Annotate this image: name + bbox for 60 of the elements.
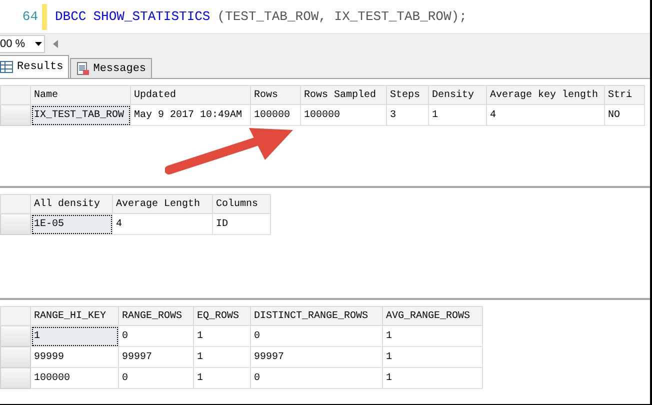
column-header[interactable]: Updated [130, 86, 250, 104]
table-cell[interactable]: 100000 [30, 368, 118, 388]
column-header[interactable]: Columns [212, 194, 270, 214]
column-header[interactable]: Average Length [112, 194, 212, 214]
column-header[interactable]: DISTINCT_RANGE_ROWS [250, 306, 382, 326]
column-header[interactable]: Name [30, 86, 130, 104]
table-cell[interactable]: 99999 [30, 346, 118, 368]
column-header[interactable]: Rows Sampled [300, 86, 386, 104]
scroll-left-icon[interactable] [53, 40, 58, 48]
column-header[interactable]: Density [428, 86, 486, 104]
table-cell[interactable]: NO [604, 104, 644, 126]
row-header[interactable] [0, 104, 30, 126]
table-cell[interactable]: 0 [118, 368, 194, 388]
table-cell[interactable]: 1 [194, 326, 250, 346]
table-cell[interactable]: ID [212, 214, 270, 234]
corner-cell[interactable] [0, 86, 30, 104]
table-cell[interactable]: 1 [194, 368, 250, 388]
table-cell[interactable]: IX_TEST_TAB_ROW [30, 104, 130, 126]
line-number: 64 [21, 9, 39, 24]
table-cell[interactable]: May 9 2017 10:49AM [130, 104, 250, 126]
column-header[interactable]: Rows [250, 86, 300, 104]
column-header[interactable]: Steps [386, 86, 428, 104]
tab[interactable]: Messages [70, 58, 152, 78]
document-icon [76, 62, 90, 75]
grid-icon [0, 61, 13, 73]
table-cell[interactable]: 0 [250, 326, 382, 346]
table-cell[interactable]: 100000 [250, 104, 300, 126]
table-cell[interactable]: 4 [112, 214, 212, 234]
corner-cell[interactable] [0, 306, 30, 326]
table-cell[interactable]: 99997 [250, 346, 382, 368]
table-cell[interactable]: 1E-05 [30, 214, 112, 234]
table-cell[interactable]: 1 [382, 346, 482, 368]
column-header[interactable]: Stri [604, 86, 644, 104]
table-cell[interactable]: 1 [382, 326, 482, 346]
row-header[interactable] [0, 214, 30, 234]
row-header[interactable] [0, 368, 30, 388]
column-header[interactable]: AVG_RANGE_ROWS [382, 306, 482, 326]
row-header[interactable] [0, 326, 30, 346]
table-cell[interactable]: 1 [428, 104, 486, 126]
zoom-dropdown[interactable]: 00 % [0, 35, 45, 53]
row-header[interactable] [0, 346, 30, 368]
change-marker [42, 4, 47, 30]
column-header[interactable]: RANGE_HI_KEY [30, 306, 118, 326]
column-header[interactable]: Average key length [486, 86, 604, 104]
table-cell[interactable]: 0 [118, 326, 194, 346]
table-cell[interactable]: 100000 [300, 104, 386, 126]
table-cell[interactable]: 1 [30, 326, 118, 346]
table-cell[interactable]: 1 [382, 368, 482, 388]
table-cell[interactable]: 4 [486, 104, 604, 126]
code-line[interactable]: DBCC SHOW_STATISTICS (TEST_TAB_ROW, IX_TEST_TAB_ROW); [55, 9, 467, 24]
tab[interactable]: Results [0, 55, 70, 78]
column-header[interactable]: All density [30, 194, 112, 214]
table-cell[interactable]: 0 [250, 368, 382, 388]
corner-cell[interactable] [0, 194, 30, 214]
column-header[interactable]: EQ_ROWS [194, 306, 250, 326]
table-cell[interactable]: 3 [386, 104, 428, 126]
table-cell[interactable]: 99997 [118, 346, 194, 368]
dropdown-arrow-icon [35, 42, 42, 46]
table-cell[interactable]: 1 [194, 346, 250, 368]
column-header[interactable]: RANGE_ROWS [118, 306, 194, 326]
